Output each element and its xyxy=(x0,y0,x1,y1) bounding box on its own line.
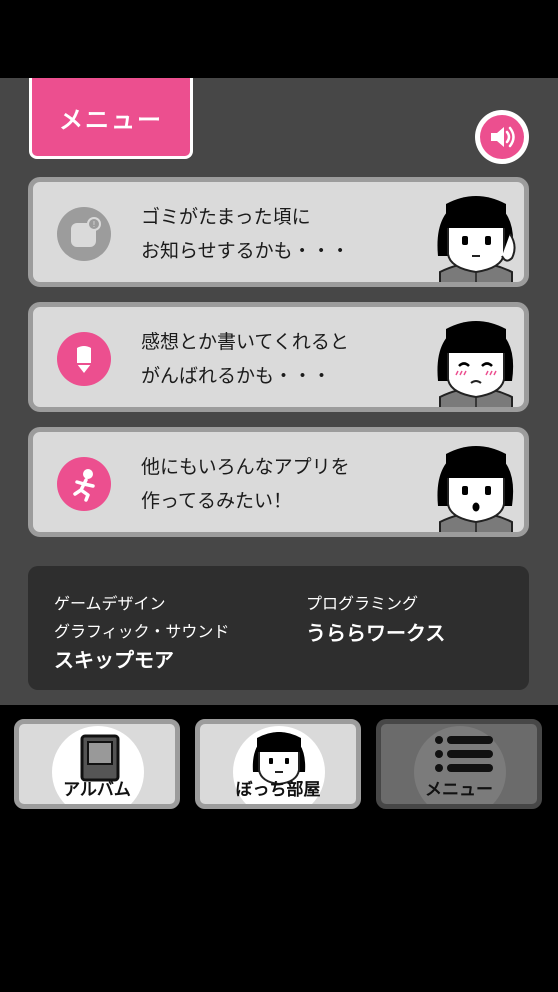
sound-toggle-button[interactable] xyxy=(475,110,529,164)
girl-neutral-illustration xyxy=(437,196,516,282)
programming-credit-name: うららワークス xyxy=(306,621,446,645)
card-text-line: ゴミがたまった頃に xyxy=(141,206,311,228)
nav-album-label: アルバム xyxy=(63,780,131,800)
design-credit-name: スキップモア xyxy=(54,648,174,672)
programming-credit-label: プログラミング xyxy=(306,594,419,613)
card-text-line: 感想とか書いてくれると xyxy=(141,331,349,353)
svg-text:!: ! xyxy=(92,220,95,229)
girl-blushing-illustration xyxy=(437,321,514,407)
other-apps-card[interactable]: 他にもいろんなアプリを 作ってるみたい！ xyxy=(28,427,529,537)
notification-card[interactable]: ! ゴミがたまった頃に お知らせするかも・・・ xyxy=(28,177,529,287)
card-text-line: お知らせするかも・・・ xyxy=(141,240,350,262)
graphics-credit-label: グラフィック・サウンド xyxy=(54,622,230,641)
card-text-line: 他にもいろんなアプリを xyxy=(141,456,350,478)
card-text-line: 作ってるみたい！ xyxy=(141,490,293,512)
speaker-icon xyxy=(491,126,515,148)
pencil-icon xyxy=(57,332,111,386)
nav-menu-button[interactable]: メニュー xyxy=(376,719,542,809)
nav-album-button[interactable]: アルバム xyxy=(14,719,180,809)
card-text-line: がんばれるかも・・・ xyxy=(141,365,332,387)
design-credit-label: ゲームデザイン xyxy=(54,594,166,613)
menu-title-tab: メニュー xyxy=(29,78,193,159)
feedback-card[interactable]: 感想とか書いてくれると がんばれるかも・・・ xyxy=(28,302,529,412)
nav-room-button[interactable]: ぼっち部屋 xyxy=(195,719,361,809)
nav-room-label: ぼっち部屋 xyxy=(235,780,321,800)
menu-title: メニュー xyxy=(59,105,163,134)
notification-icon: ! xyxy=(57,207,111,261)
nav-menu-label: メニュー xyxy=(425,780,493,800)
running-person-icon xyxy=(57,457,111,511)
girl-surprised-illustration xyxy=(437,446,514,532)
credits-box: ゲームデザイン グラフィック・サウンド スキップモア プログラミング うららワー… xyxy=(28,566,529,690)
